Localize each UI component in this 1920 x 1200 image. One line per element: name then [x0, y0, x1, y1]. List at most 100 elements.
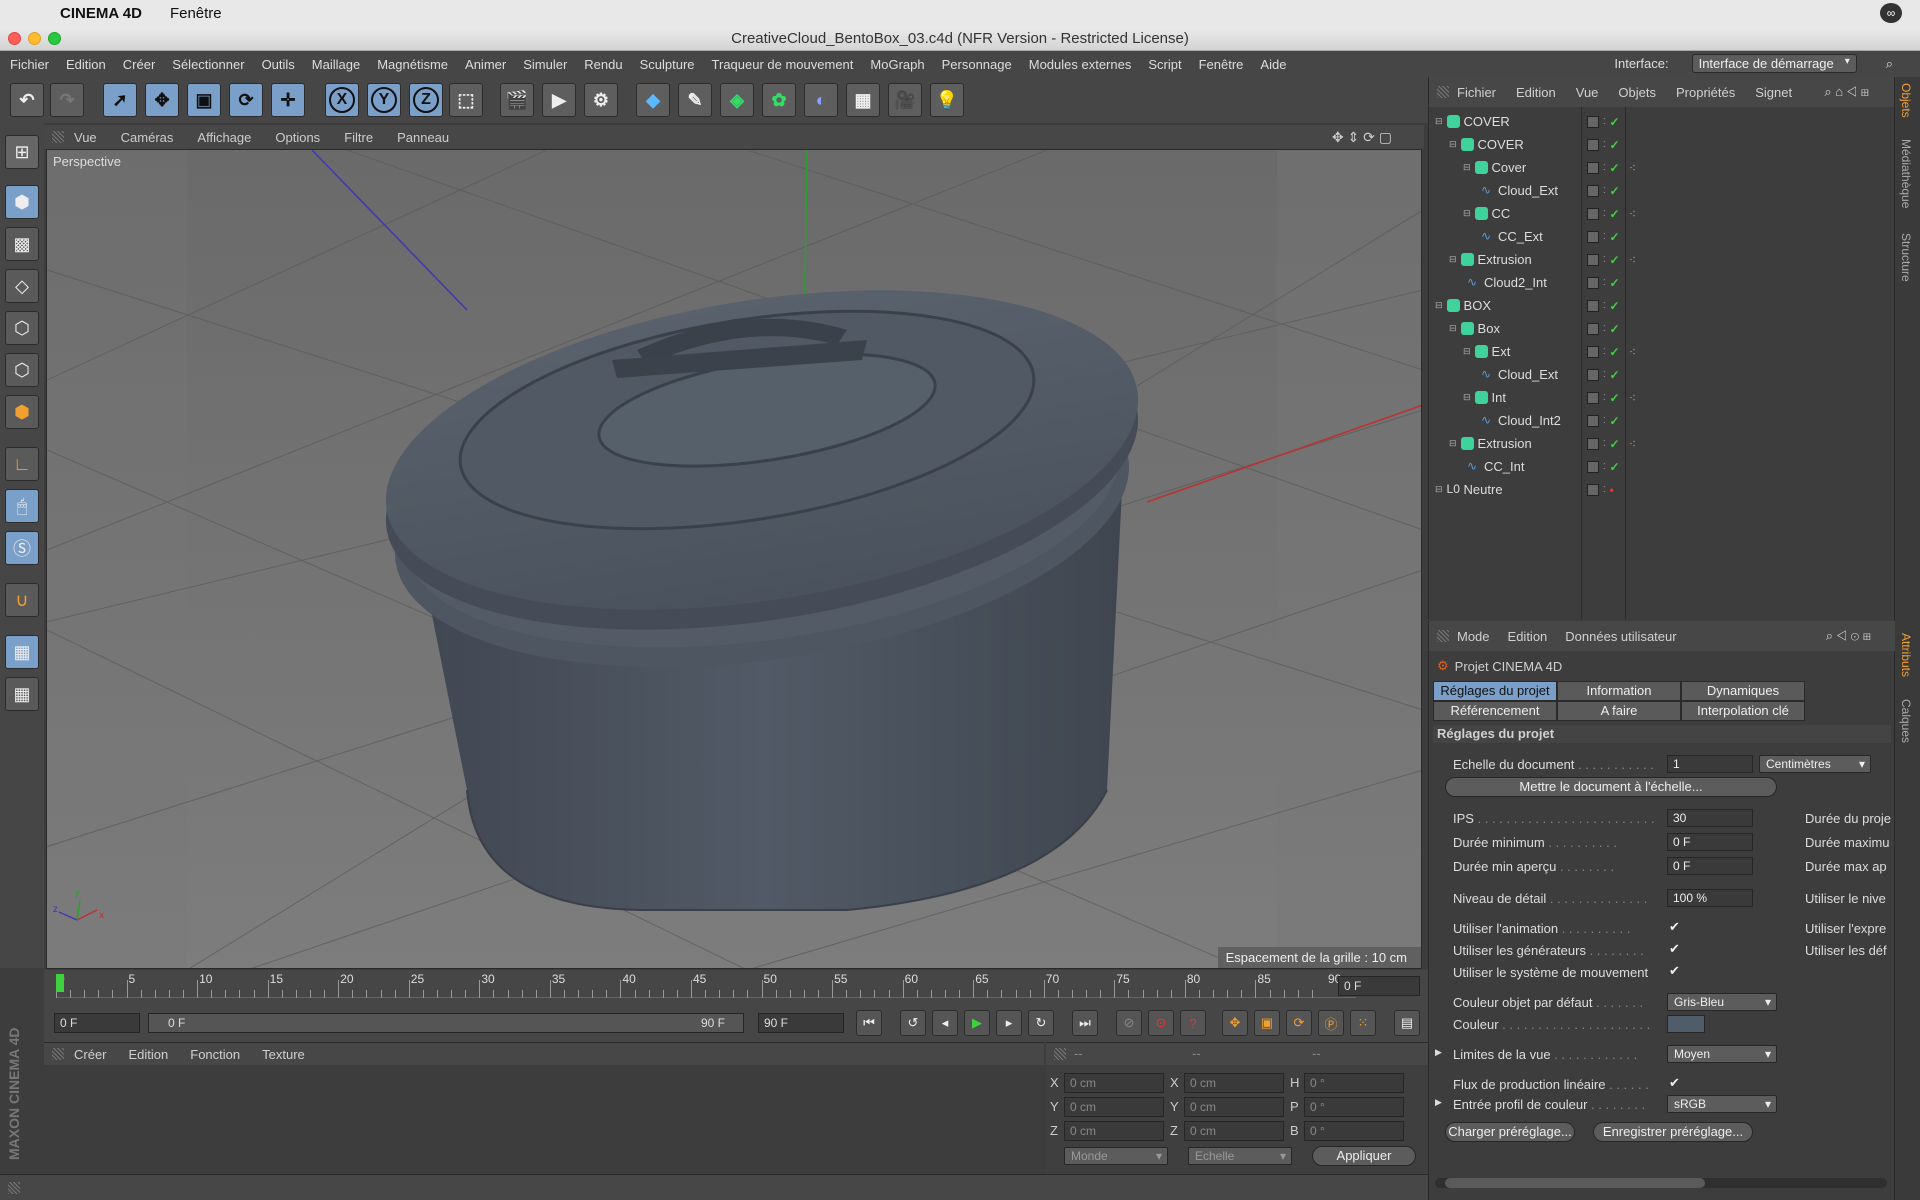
object-visibility[interactable]: ⁚ ✓: [1587, 345, 1620, 359]
layer-icon[interactable]: [1587, 253, 1599, 266]
view-clip-expand-icon[interactable]: ▶: [1435, 1047, 1442, 1058]
object-row[interactable]: ∿ Cloud_Ext ⁚ ✓: [1429, 363, 1895, 386]
layer-icon[interactable]: [1587, 483, 1599, 496]
visibility-dots-icon[interactable]: ⁚: [1603, 163, 1606, 172]
timeline-ruler[interactable]: 051015202530354045505560657075808590 0 F: [44, 970, 1428, 1004]
object-visibility[interactable]: ⁚ ✓: [1587, 161, 1620, 175]
coord-value-field[interactable]: 0 °: [1304, 1073, 1404, 1093]
doc-scale-field[interactable]: 1: [1667, 755, 1753, 773]
minimize-window-button[interactable]: [28, 32, 41, 45]
select-arrow-icon[interactable]: ➚: [103, 83, 137, 117]
enabled-check-icon[interactable]: •: [1610, 483, 1614, 497]
menu-traqueur[interactable]: Traqueur de mouvement: [712, 57, 854, 72]
enabled-check-icon[interactable]: ✓: [1610, 437, 1620, 451]
coord-value-field[interactable]: 0 cm: [1064, 1121, 1164, 1141]
object-row[interactable]: ∿ Cloud_Int2 ⁚ ✓: [1429, 409, 1895, 432]
expand-icon[interactable]: ⊟: [1435, 484, 1443, 495]
key-pla-icon[interactable]: ⁙: [1350, 1010, 1376, 1036]
layer-icon[interactable]: [1587, 230, 1599, 243]
redo-icon[interactable]: ↷: [50, 83, 84, 117]
coordinate-system-icon[interactable]: ⬚: [449, 83, 483, 117]
enabled-check-icon[interactable]: ✓: [1610, 184, 1620, 198]
object-visibility[interactable]: ⁚ ✓: [1587, 230, 1620, 244]
key-parameter-icon[interactable]: Ⓟ: [1318, 1010, 1344, 1036]
layer-icon[interactable]: [1587, 184, 1599, 197]
attribute-nav-icons[interactable]: ⌕ ◁ ⊙ ⊞: [1826, 628, 1871, 644]
object-visibility[interactable]: ⁚ ✓: [1587, 460, 1620, 474]
visibility-dots-icon[interactable]: ⁚: [1603, 209, 1606, 218]
snap-icon[interactable]: ∪: [5, 583, 39, 617]
record-icon[interactable]: ⊙: [1148, 1010, 1174, 1036]
key-rotation-icon[interactable]: ⟳: [1286, 1010, 1312, 1036]
attribute-hscroll-thumb[interactable]: [1445, 1178, 1705, 1188]
rotate-icon[interactable]: ⟳: [229, 83, 263, 117]
enabled-check-icon[interactable]: ✓: [1610, 414, 1620, 428]
load-preset-button[interactable]: Charger préréglage...: [1445, 1122, 1575, 1142]
layer-icon[interactable]: [1587, 345, 1599, 358]
obj-menu-vue[interactable]: Vue: [1576, 85, 1599, 100]
array-icon[interactable]: ✿: [762, 83, 796, 117]
phong-tag-icon[interactable]: ⁖: [1629, 345, 1636, 359]
visibility-dots-icon[interactable]: ⁚: [1603, 416, 1606, 425]
attr-menu-edition[interactable]: Edition: [1508, 629, 1548, 644]
autokey-icon[interactable]: ?: [1180, 1010, 1206, 1036]
layer-icon[interactable]: [1587, 437, 1599, 450]
record-disabled-icon[interactable]: ⊘: [1116, 1010, 1142, 1036]
expand-icon[interactable]: ⊟: [1449, 254, 1457, 265]
layer-icon[interactable]: [1587, 460, 1599, 473]
object-row[interactable]: ⊟ Extrusion ⁚ ✓ ⁖: [1429, 432, 1895, 455]
points-mode-icon[interactable]: ⬡: [5, 311, 39, 345]
viewport-grip-icon[interactable]: [52, 131, 64, 143]
material-menu-texture[interactable]: Texture: [262, 1047, 305, 1062]
material-menu-creer[interactable]: Créer: [74, 1047, 107, 1062]
texture-mode-icon[interactable]: ▩: [5, 227, 39, 261]
attribute-grip-icon[interactable]: [1437, 630, 1449, 642]
object-visibility[interactable]: ⁚ ✓: [1587, 138, 1620, 152]
object-visibility[interactable]: ⁚ •: [1587, 483, 1614, 497]
min-time-field[interactable]: 0 F: [1667, 833, 1753, 851]
enabled-check-icon[interactable]: ✓: [1610, 391, 1620, 405]
move-icon[interactable]: ✥: [145, 83, 179, 117]
menu-animer[interactable]: Animer: [465, 57, 506, 72]
visibility-dots-icon[interactable]: ⁚: [1603, 485, 1606, 494]
object-name[interactable]: CC_Ext: [1498, 229, 1543, 244]
linear-checkbox[interactable]: ✔: [1669, 1075, 1680, 1091]
z-axis-lock-button[interactable]: Z: [409, 83, 443, 117]
side-tab-mediatheque[interactable]: Médiathèque: [1899, 139, 1913, 208]
layer-icon[interactable]: [1587, 161, 1599, 174]
object-row[interactable]: ⊟ Ext ⁚ ✓ ⁖: [1429, 340, 1895, 363]
workplane-mode-icon[interactable]: ◇: [5, 269, 39, 303]
enabled-check-icon[interactable]: ✓: [1610, 138, 1620, 152]
polygons-mode-icon[interactable]: ⬢: [5, 395, 39, 429]
obj-menu-fichier[interactable]: Fichier: [1457, 85, 1496, 100]
viewport-nav-icons[interactable]: ✥ ⇕ ⟳ ▢: [1332, 129, 1392, 146]
enabled-check-icon[interactable]: ✓: [1610, 368, 1620, 382]
menu-outils[interactable]: Outils: [262, 57, 295, 72]
visibility-dots-icon[interactable]: ⁚: [1603, 255, 1606, 264]
object-name[interactable]: Cloud_Int2: [1498, 413, 1561, 428]
enabled-check-icon[interactable]: ✓: [1610, 115, 1620, 129]
layer-icon[interactable]: [1587, 322, 1599, 335]
end-frame-field[interactable]: 90 F: [758, 1013, 844, 1033]
menu-fenetre[interactable]: Fenêtre: [1199, 57, 1244, 72]
object-name[interactable]: CC_Int: [1484, 459, 1524, 474]
viewport-menu-cameras[interactable]: Caméras: [121, 130, 174, 145]
min-preview-field[interactable]: 0 F: [1667, 857, 1753, 875]
object-visibility[interactable]: ⁚ ✓: [1587, 253, 1620, 267]
x-axis-lock-button[interactable]: X: [325, 83, 359, 117]
layer-icon[interactable]: [1587, 207, 1599, 220]
phong-tag-icon[interactable]: ⁖: [1629, 207, 1636, 221]
obj-color-dropdown[interactable]: Gris-Bleu: [1667, 993, 1777, 1011]
workplane-lock-icon[interactable]: ▦: [5, 635, 39, 669]
menu-rendu[interactable]: Rendu: [584, 57, 622, 72]
menu-simuler[interactable]: Simuler: [523, 57, 567, 72]
menu-script[interactable]: Script: [1148, 57, 1181, 72]
go-to-end-icon[interactable]: ⏭: [1072, 1010, 1098, 1036]
visibility-dots-icon[interactable]: ⁚: [1603, 324, 1606, 333]
play-icon[interactable]: ▶: [964, 1010, 990, 1036]
coord-value-field[interactable]: 0 cm: [1184, 1073, 1284, 1093]
viewport-menu-vue[interactable]: Vue: [74, 130, 97, 145]
object-visibility[interactable]: ⁚ ✓: [1587, 115, 1620, 129]
tab-referencement[interactable]: Référencement: [1433, 701, 1557, 721]
deformer-icon[interactable]: ◐: [804, 83, 838, 117]
